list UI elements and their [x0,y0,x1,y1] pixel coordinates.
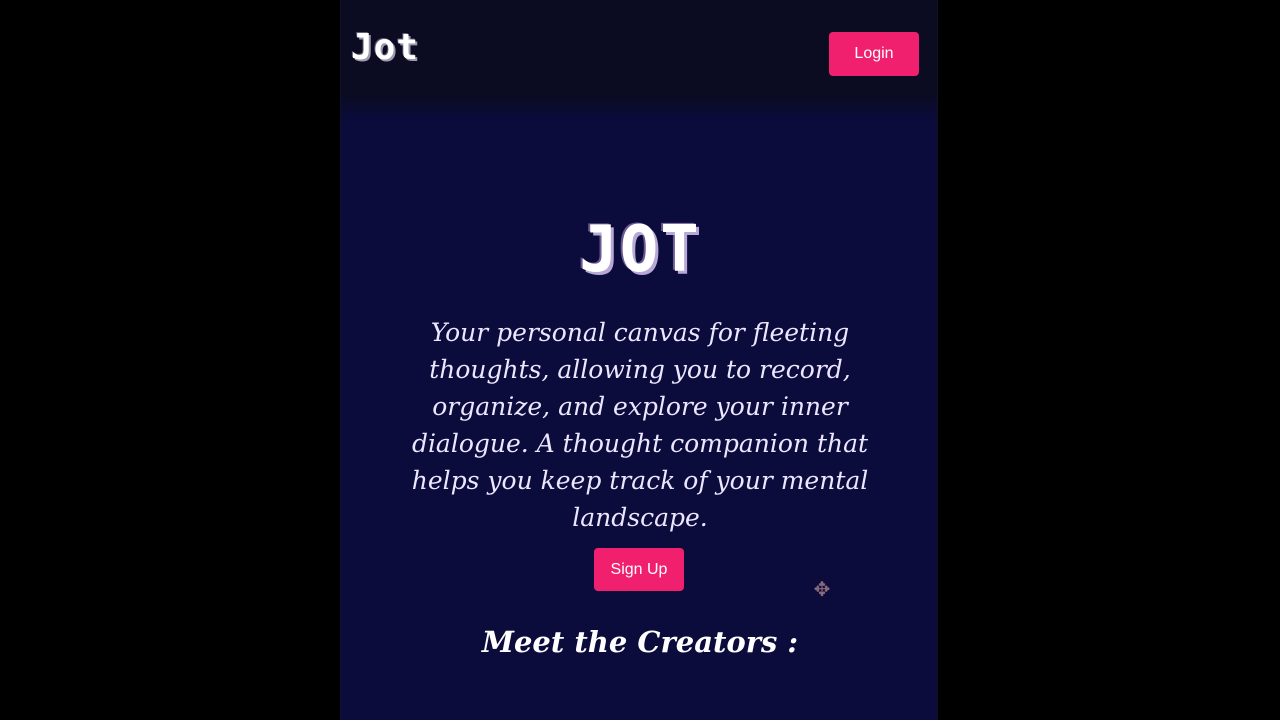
hero-title: JOT [579,213,701,287]
navbar: Jot Login [341,0,937,100]
brand-logo[interactable]: Jot [351,30,419,66]
screen: Jot Login JOT Your personal canvas for f… [0,0,1280,720]
app-viewport: Jot Login JOT Your personal canvas for f… [340,0,938,720]
creators-heading: Meet the Creators : [481,625,799,659]
move-cursor-icon: ✥ [813,577,831,601]
signup-button[interactable]: Sign Up [594,548,684,591]
login-button[interactable]: Login [829,32,919,76]
hero-tagline: Your personal canvas for fleeting though… [411,318,869,532]
